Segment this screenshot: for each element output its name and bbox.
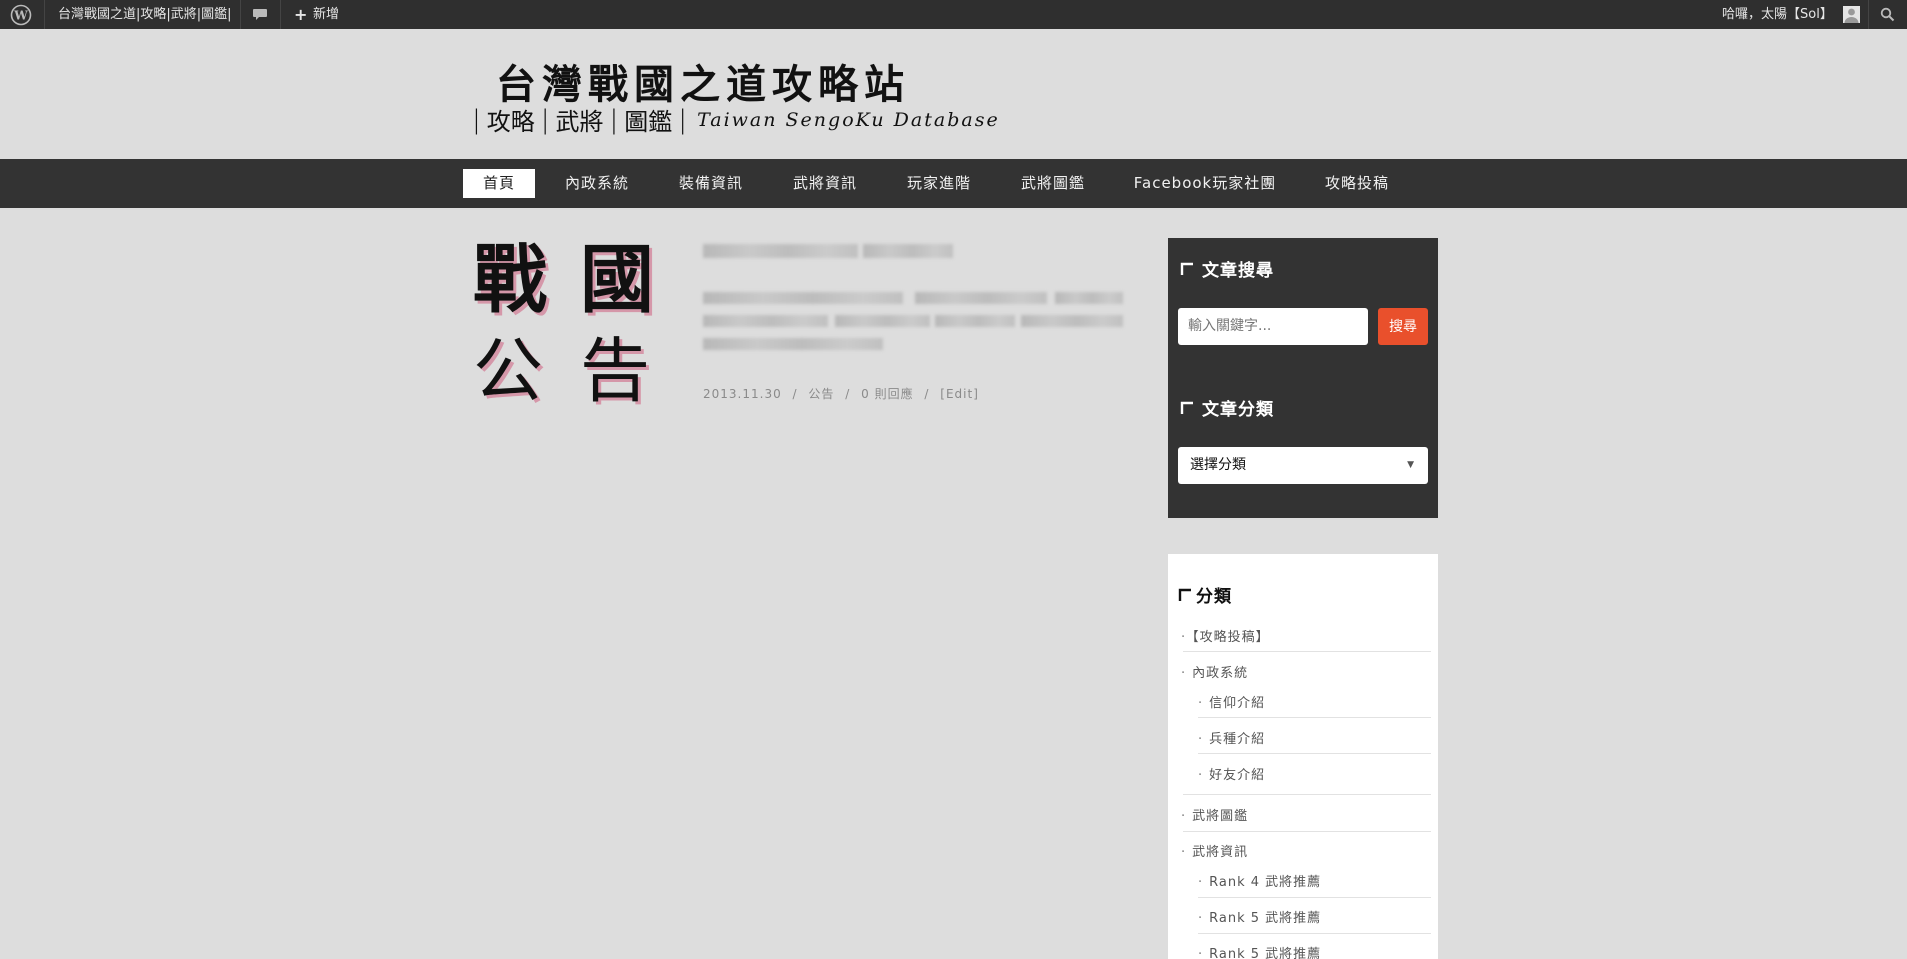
admin-bar-divider	[240, 0, 241, 29]
category-dropdown-heading: 文章分類	[1180, 395, 1274, 420]
user-avatar-icon[interactable]	[1843, 6, 1860, 23]
search-widget-heading: 文章搜尋	[1180, 256, 1274, 281]
admin-bar-site-name[interactable]: 台灣戰國之道|攻略|武將|圖鑑|	[58, 0, 232, 29]
logo-subtitle-english: Taiwan SengoKu Database	[697, 108, 1000, 131]
admin-bar: W 台灣戰國之道|攻略|武將|圖鑑| + 新增 哈囉，太陽【Sol】	[0, 0, 1907, 29]
category-item[interactable]: · 武將圖鑑	[1181, 805, 1248, 824]
nav-item-general-info[interactable]: 武將資訊	[784, 159, 866, 208]
category-subitem[interactable]: · Rank 5 武將推薦	[1198, 907, 1321, 926]
admin-bar-greeting[interactable]: 哈囉，太陽【Sol】	[1722, 0, 1833, 29]
category-subitem[interactable]: · 好友介紹	[1198, 764, 1265, 783]
corner-bracket-icon	[1178, 588, 1191, 601]
logo-subtitle-item: 攻略	[486, 108, 535, 136]
svg-text:W: W	[13, 9, 28, 23]
admin-bar-divider	[1868, 0, 1869, 29]
logo-subtitle-item: 圖鑑	[624, 108, 673, 136]
category-subitem[interactable]: · 信仰介紹	[1198, 692, 1265, 711]
post-excerpt-blurred	[703, 290, 1123, 352]
nav-item-facebook-group[interactable]: Facebook玩家社團	[1130, 159, 1280, 208]
admin-bar-divider	[44, 0, 45, 29]
logo-divider: |	[472, 104, 481, 135]
main-navigation: 首頁 內政系統 裝備資訊 武將資訊 玩家進階 武將圖鑑 Facebook玩家社團…	[0, 159, 1907, 208]
sidebar-search-widget: 文章搜尋 搜尋 文章分類 選擇分類 ▼	[1168, 238, 1438, 518]
category-subitem[interactable]: · Rank 4 武將推薦	[1198, 871, 1321, 890]
category-divider	[1198, 933, 1431, 934]
category-divider	[1198, 753, 1431, 754]
post-date: 2013.11.30	[703, 387, 782, 401]
category-subitem[interactable]: · 兵種介紹	[1198, 728, 1265, 747]
wordpress-logo-icon[interactable]: W	[10, 4, 32, 26]
category-subitem[interactable]: · Rank 5 武將推薦	[1198, 943, 1321, 959]
nav-item-domestic-system[interactable]: 內政系統	[556, 159, 638, 208]
nav-item-home[interactable]: 首頁	[463, 169, 535, 198]
thumbnail-char: 公	[473, 330, 543, 410]
post-edit-link[interactable]: [Edit]	[940, 387, 979, 401]
plus-icon[interactable]: +	[294, 0, 307, 29]
post-comments-link[interactable]: 0 則回應	[861, 387, 913, 401]
chevron-down-icon: ▼	[1407, 460, 1414, 470]
thumbnail-char: 國	[580, 237, 654, 323]
logo-subtitle-item: 武將	[555, 108, 604, 136]
category-divider	[1183, 831, 1431, 832]
post-category-link[interactable]: 公告	[808, 387, 834, 401]
search-input[interactable]	[1178, 308, 1368, 345]
category-item[interactable]: · 【攻略投稿】	[1181, 626, 1270, 645]
meta-separator: /	[845, 387, 851, 401]
thumbnail-char: 戰	[473, 237, 547, 323]
category-divider	[1198, 717, 1431, 718]
logo-divider: |	[609, 104, 619, 135]
nav-item-guide-submission[interactable]: 攻略投稿	[1316, 159, 1398, 208]
categories-widget-heading: 分類	[1178, 582, 1232, 607]
admin-bar-divider	[280, 0, 281, 29]
category-divider	[1183, 794, 1431, 795]
search-icon[interactable]	[1880, 7, 1895, 22]
nav-item-equipment-info[interactable]: 裝備資訊	[670, 159, 752, 208]
post-meta: 2013.11.30 / 公告 / 0 則回應 / [Edit]	[703, 385, 985, 402]
thumbnail-char: 告	[580, 330, 650, 410]
category-item[interactable]: · 武將資訊	[1181, 841, 1248, 860]
category-item[interactable]: · 內政系統	[1181, 662, 1248, 681]
post-title-blurred[interactable]	[703, 242, 953, 260]
admin-bar-new-link[interactable]: 新增	[313, 0, 339, 29]
logo-divider: |	[540, 104, 550, 135]
logo-divider: |	[678, 104, 688, 135]
nav-item-general-gallery[interactable]: 武將圖鑑	[1012, 159, 1094, 208]
meta-separator: /	[924, 387, 930, 401]
post-thumbnail[interactable]: 戰 戰 國 國 公 公 告 告	[470, 230, 670, 410]
search-button[interactable]: 搜尋	[1378, 308, 1428, 345]
comment-bubble-icon[interactable]	[252, 6, 268, 22]
corner-bracket-icon	[1180, 401, 1193, 414]
sidebar-categories-widget: 分類 · 【攻略投稿】 · 內政系統 · 信仰介紹 · 兵種介紹 · 好友介紹 · 武將圖鑑…	[1168, 554, 1438, 959]
corner-bracket-icon	[1180, 262, 1193, 275]
nav-item-player-advanced[interactable]: 玩家進階	[898, 159, 980, 208]
category-divider	[1183, 651, 1431, 652]
category-select[interactable]: 選擇分類 ▼	[1178, 447, 1428, 484]
site-logo-subtitle[interactable]: | 攻略 | 武將 | 圖鑑 | Taiwan SengoKu Database	[466, 102, 1000, 137]
category-divider	[1198, 897, 1431, 898]
meta-separator: /	[792, 387, 798, 401]
